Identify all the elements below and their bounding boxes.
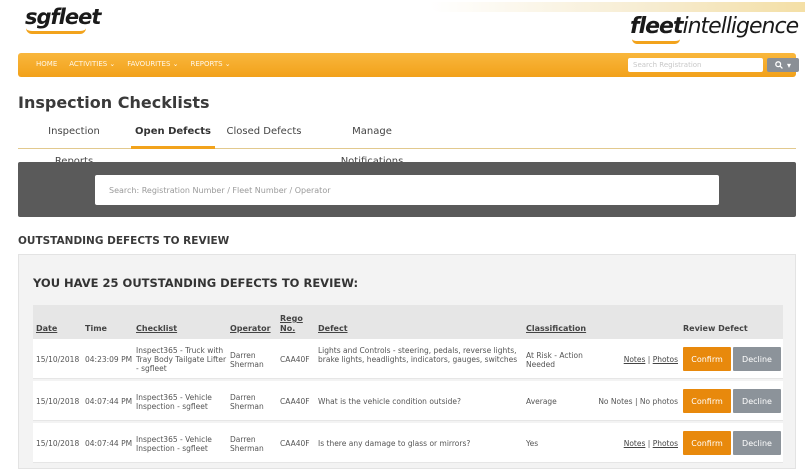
no-photos-text: No photos <box>639 397 678 406</box>
table-header: Date Time Checklist Operator Rego No. De… <box>33 305 783 339</box>
row-defect: Lights and Controls - steering, pedals, … <box>318 346 518 364</box>
header-checklist[interactable]: Checklist <box>136 324 177 334</box>
row-defect: What is the vehicle condition outside? <box>318 397 461 406</box>
confirm-button[interactable]: Confirm <box>683 389 731 413</box>
registration-search-button[interactable]: ▾ <box>767 58 799 72</box>
tab-closed-defects[interactable]: Closed Defects <box>226 117 302 149</box>
header-swoosh <box>430 2 805 12</box>
row-media-links: Notes | Photos <box>621 355 678 364</box>
row-operator: Darren Sherman <box>230 435 264 453</box>
caret-down-icon: ▾ <box>786 60 791 70</box>
row-rego: CAA40F <box>280 397 310 406</box>
row-rego: CAA40F <box>280 355 310 364</box>
header-time: Time <box>85 324 107 333</box>
row-time: 04:23:09 PM <box>85 355 133 364</box>
fleetintelligence-logo-swoop <box>632 39 680 44</box>
link-separator: | <box>634 397 638 406</box>
header-rego[interactable]: Rego No. <box>280 314 306 334</box>
defect-search-input[interactable] <box>95 175 719 205</box>
section-heading: OUTSTANDING DEFECTS TO REVIEW <box>18 235 230 247</box>
table-row: 15/10/2018 04:07:44 PM Inspect365 - Vehi… <box>33 381 783 421</box>
tab-manage-notifications[interactable]: Manage Notifications <box>320 117 424 167</box>
row-media-links: No Notes | No photos <box>593 397 678 406</box>
link-separator: | <box>647 355 651 364</box>
row-checklist: Inspect365 - Truck with Tray Body Tailga… <box>136 346 227 373</box>
row-checklist: Inspect365 - Vehicle Inspection - sgflee… <box>136 435 212 453</box>
row-defect: Is there any damage to glass or mirrors? <box>318 439 471 448</box>
tab-inspection-reports[interactable]: Inspection Reports <box>28 117 120 167</box>
decline-button[interactable]: Decline <box>733 431 781 455</box>
sgfleet-logo[interactable]: sgfleet <box>25 5 101 29</box>
fleetintelligence-logo-bold: fleet <box>630 14 683 39</box>
row-media-links: Notes | Photos <box>621 439 678 448</box>
header-review-defect: Review Defect <box>683 324 748 333</box>
header: sgfleet fleetintelligence <box>0 0 805 52</box>
search-band <box>18 162 796 217</box>
header-classification[interactable]: Classification <box>526 324 586 334</box>
panel-title: YOU HAVE 25 OUTSTANDING DEFECTS TO REVIE… <box>33 276 359 290</box>
nav-items: HOME ACTIVITIES ⌄ FAVOURITES ⌄ REPORTS ⌄ <box>36 60 231 68</box>
row-operator: Darren Sherman <box>230 393 264 411</box>
nav-reports[interactable]: REPORTS ⌄ <box>190 60 230 68</box>
defects-table: Date Time Checklist Operator Rego No. De… <box>33 305 783 463</box>
nav-activities[interactable]: ACTIVITIES ⌄ <box>69 60 115 68</box>
fleetintelligence-logo-light: intelligence <box>682 14 799 39</box>
header-date[interactable]: Date <box>36 324 57 334</box>
row-rego: CAA40F <box>280 439 310 448</box>
confirm-button[interactable]: Confirm <box>683 431 731 455</box>
row-time: 04:07:44 PM <box>85 397 133 406</box>
page-title: Inspection Checklists <box>18 93 210 112</box>
row-classification: Average <box>526 397 557 406</box>
row-date: 15/10/2018 <box>36 439 80 448</box>
decline-button[interactable]: Decline <box>733 389 781 413</box>
row-time: 04:07:44 PM <box>85 439 133 448</box>
notes-link[interactable]: Notes <box>624 355 646 364</box>
table-row: 15/10/2018 04:07:44 PM Inspect365 - Vehi… <box>33 423 783 463</box>
tab-open-defects[interactable]: Open Defects <box>131 117 215 149</box>
photos-link[interactable]: Photos <box>653 355 678 364</box>
no-notes-text: No Notes <box>598 397 633 406</box>
row-classification: At Risk - Action Needed <box>526 351 583 369</box>
table-row: 15/10/2018 04:23:09 PM Inspect365 - Truc… <box>33 339 783 379</box>
row-classification: Yes <box>526 439 539 448</box>
photos-link[interactable]: Photos <box>653 439 678 448</box>
row-date: 15/10/2018 <box>36 355 80 364</box>
defects-panel: YOU HAVE 25 OUTSTANDING DEFECTS TO REVIE… <box>18 254 796 469</box>
fleetintelligence-logo: fleetintelligence <box>630 14 799 39</box>
tab-bar: Inspection Reports Open Defects Closed D… <box>18 117 796 167</box>
nav-favourites[interactable]: FAVOURITES ⌄ <box>127 60 178 68</box>
sgfleet-logo-text: sgfleet <box>25 5 101 29</box>
decline-button[interactable]: Decline <box>733 347 781 371</box>
main-nav: HOME ACTIVITIES ⌄ FAVOURITES ⌄ REPORTS ⌄… <box>18 53 799 77</box>
sgfleet-logo-swoop <box>26 28 86 34</box>
nav-home[interactable]: HOME <box>36 60 57 68</box>
notes-link[interactable]: Notes <box>624 439 646 448</box>
confirm-button[interactable]: Confirm <box>683 347 731 371</box>
row-operator: Darren Sherman <box>230 351 264 369</box>
link-separator: | <box>647 439 651 448</box>
search-icon <box>775 61 783 69</box>
registration-search-input[interactable] <box>628 58 763 72</box>
header-defect[interactable]: Defect <box>318 324 348 334</box>
header-operator[interactable]: Operator <box>230 324 271 334</box>
row-date: 15/10/2018 <box>36 397 80 406</box>
row-checklist: Inspect365 - Vehicle Inspection - sgflee… <box>136 393 212 411</box>
